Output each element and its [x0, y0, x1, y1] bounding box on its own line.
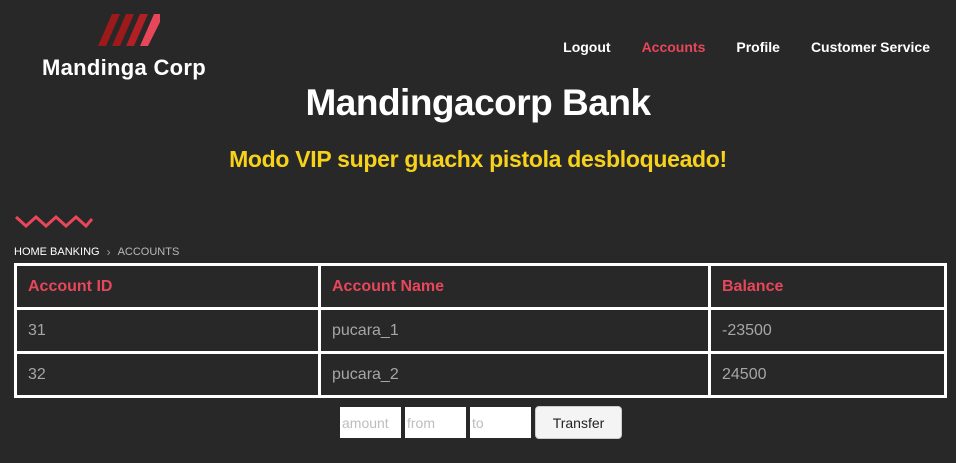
header-account-id: Account ID — [14, 263, 321, 310]
balance-cell: -23500 — [708, 307, 947, 354]
breadcrumb: HOME BANKING › ACCOUNTS — [14, 245, 179, 259]
nav-customer-service-link[interactable]: Customer Service — [811, 39, 930, 55]
breadcrumb-current: ACCOUNTS — [117, 246, 180, 258]
table-header-row: Account ID Account Name Balance — [14, 263, 947, 310]
to-input[interactable] — [470, 407, 531, 438]
table-row: 31 pucara_1 -23500 — [14, 307, 947, 354]
main-nav: Logout Accounts Profile Customer Service — [563, 39, 930, 55]
breadcrumb-home-link[interactable]: HOME BANKING — [14, 246, 100, 258]
table-row: 32 pucara_2 24500 — [14, 351, 947, 398]
transfer-form: Transfer — [340, 406, 622, 439]
nav-accounts-link[interactable]: Accounts — [642, 39, 706, 55]
brand-name: Mandinga Corp — [42, 55, 207, 80]
amount-input[interactable] — [340, 407, 401, 438]
accounts-table: Account ID Account Name Balance 31 pucar… — [14, 263, 947, 398]
transfer-button[interactable]: Transfer — [535, 406, 622, 439]
logo-stripes-icon — [98, 14, 160, 46]
nav-logout-link[interactable]: Logout — [563, 39, 610, 55]
header-account-name: Account Name — [318, 263, 711, 310]
vip-banner: Modo VIP super guachx pistola desbloquea… — [229, 146, 727, 172]
zigzag-divider-icon — [15, 214, 93, 229]
page-title: Mandingacorp Bank — [305, 82, 651, 123]
from-input[interactable] — [405, 407, 466, 438]
account-name-cell: pucara_2 — [318, 351, 711, 398]
account-id-cell: 31 — [14, 307, 321, 354]
breadcrumb-separator-icon: › — [106, 245, 111, 259]
page: Mandinga Corp Logout Accounts Profile Cu… — [0, 0, 956, 463]
nav-profile-link[interactable]: Profile — [736, 39, 780, 55]
header-balance: Balance — [708, 263, 947, 310]
account-name-cell: pucara_1 — [318, 307, 711, 354]
brand-logo[interactable]: Mandinga Corp — [42, 14, 222, 80]
account-id-cell: 32 — [14, 351, 321, 398]
balance-cell: 24500 — [708, 351, 947, 398]
